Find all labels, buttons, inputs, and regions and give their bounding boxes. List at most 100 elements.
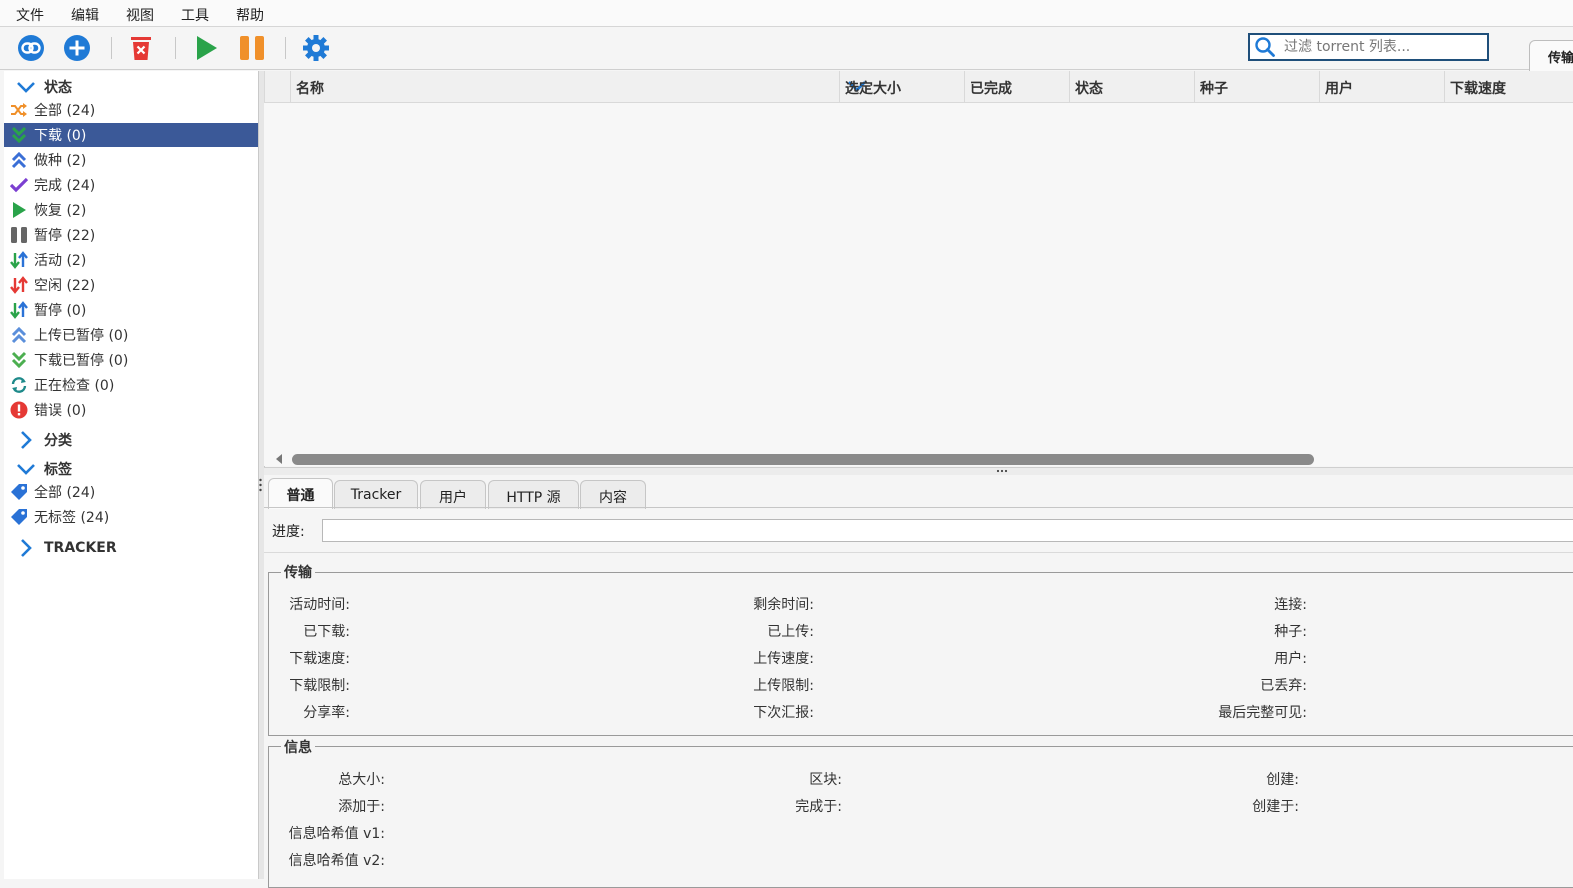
sidebar-item-error[interactable]: 错误 (0) [4, 398, 258, 422]
tab-content-label: 内容 [599, 490, 627, 506]
download-icon [11, 126, 27, 144]
sidebar-item-download-paused[interactable]: 下载已暂停 (0) [4, 348, 258, 372]
field-reannounce: 下次汇报: [753, 705, 814, 721]
field-created-by: 创建: [1266, 772, 1299, 788]
sidebar-item-paused[interactable]: 暂停 (22) [4, 223, 258, 247]
menu-edit[interactable]: 编辑 [71, 5, 99, 25]
add-link-button[interactable] [16, 33, 46, 63]
sidebar-header-label: TRACKER [44, 540, 117, 556]
sidebar-item-active[interactable]: 活动 (2) [4, 248, 258, 272]
column-name-label: 名称 [296, 81, 324, 97]
column-download-speed-label: 下载速度 [1450, 81, 1506, 97]
scroll-left-icon[interactable] [274, 453, 284, 465]
tab-http-sources[interactable]: HTTP 源 [488, 480, 579, 509]
play-icon [197, 36, 217, 60]
splitter-grip-icon [996, 469, 1008, 473]
sidebar-item-label: 上传已暂停 (0) [34, 328, 129, 344]
pause-icon [11, 227, 27, 243]
sidebar-item-label: 下载已暂停 (0) [34, 353, 129, 369]
column-peers[interactable]: 用户 [1319, 71, 1445, 102]
tab-general[interactable]: 普通 [268, 478, 333, 509]
information-group-title: 信息 [281, 737, 315, 757]
search-icon [1255, 37, 1275, 57]
progress-bar [322, 519, 1573, 542]
toolbar: 传输 [0, 27, 1573, 71]
gear-icon [303, 35, 329, 61]
sidebar-item-label: 全部 (24) [34, 103, 96, 119]
sidebar: 状态 全部 (24) 下载 (0) 做种 (2) 完成 (24) 恢复 (2) … [4, 71, 259, 879]
column-seeds[interactable]: 种子 [1194, 71, 1320, 102]
options-button[interactable] [301, 33, 331, 63]
toolbar-separator [111, 37, 112, 59]
tab-trackers-label: Tracker [350, 487, 402, 503]
chevron-down-icon [17, 464, 35, 475]
column-progress[interactable]: 已完成 [964, 71, 1070, 102]
tab-content[interactable]: 内容 [580, 480, 646, 509]
tab-peers[interactable]: 用户 [420, 480, 486, 509]
chevron-down-icon [17, 82, 35, 93]
column-peers-label: 用户 [1325, 81, 1353, 97]
sidebar-header-tags[interactable]: 标签 [4, 457, 258, 481]
sidebar-header-label: 状态 [44, 80, 72, 96]
sidebar-item-tag-all[interactable]: 全部 (24) [4, 480, 258, 504]
play-icon [13, 202, 26, 218]
sidebar-item-label: 恢复 (2) [34, 203, 87, 219]
column-name[interactable]: 名称 [290, 71, 866, 102]
menu-file[interactable]: 文件 [16, 5, 44, 25]
sidebar-item-completed[interactable]: 完成 (24) [4, 173, 258, 197]
field-upload-limit: 上传限制: [753, 678, 814, 694]
sidebar-item-label: 下载 (0) [34, 128, 87, 144]
active-icon [10, 251, 28, 269]
stalled-icon [10, 301, 28, 319]
pause-icon [240, 36, 264, 60]
trash-icon [131, 37, 151, 60]
menu-view[interactable]: 视图 [126, 5, 154, 25]
torrent-list[interactable] [264, 71, 1573, 466]
plus-icon [64, 35, 90, 61]
field-eta: 剩余时间: [753, 597, 814, 613]
field-download-limit: 下载限制: [289, 678, 350, 694]
tab-trackers[interactable]: Tracker [334, 480, 418, 509]
sidebar-item-label: 无标签 (24) [34, 510, 110, 526]
delete-button[interactable] [126, 33, 156, 63]
sidebar-header-label: 标签 [44, 462, 72, 478]
menu-help[interactable]: 帮助 [236, 5, 264, 25]
sidebar-item-untagged[interactable]: 无标签 (24) [4, 505, 258, 529]
inactive-icon [10, 276, 28, 294]
sidebar-item-inactive[interactable]: 空闲 (22) [4, 273, 258, 297]
menu-tools[interactable]: 工具 [181, 5, 209, 25]
sidebar-item-all[interactable]: 全部 (24) [4, 98, 258, 122]
sidebar-item-label: 活动 (2) [34, 253, 87, 269]
sidebar-item-checking[interactable]: 正在检查 (0) [4, 373, 258, 397]
field-added-on: 添加于: [338, 799, 385, 815]
tab-transfers[interactable]: 传输 [1529, 40, 1573, 71]
divider [264, 552, 1573, 553]
sidebar-item-label: 暂停 (0) [34, 303, 87, 319]
column-download-speed[interactable]: 下载速度 [1444, 71, 1573, 102]
sidebar-item-stalled[interactable]: 暂停 (0) [4, 298, 258, 322]
column-status-label: 状态 [1075, 81, 1103, 97]
search-input[interactable] [1282, 37, 1484, 57]
search-box[interactable] [1248, 33, 1489, 61]
field-download-speed: 下载速度: [289, 651, 350, 667]
tab-general-label: 普通 [286, 488, 315, 504]
sidebar-item-downloading[interactable]: 下载 (0) [4, 123, 258, 147]
column-size[interactable]: 选定大小 [839, 71, 965, 102]
add-torrent-button[interactable] [62, 33, 92, 63]
pause-button[interactable] [237, 33, 267, 63]
horizontal-scrollbar[interactable] [292, 454, 1314, 465]
sidebar-item-upload-paused[interactable]: 上传已暂停 (0) [4, 323, 258, 347]
column-status[interactable]: 状态 [1069, 71, 1195, 102]
field-uploaded: 已上传: [767, 624, 814, 640]
resume-button[interactable] [191, 33, 221, 63]
sidebar-header-status[interactable]: 状态 [4, 75, 258, 99]
sidebar-header-categories[interactable]: 分类 [4, 428, 258, 452]
sidebar-item-resumed[interactable]: 恢复 (2) [4, 198, 258, 222]
sidebar-header-trackers[interactable]: TRACKER [4, 536, 258, 560]
tag-icon [11, 484, 27, 500]
field-last-seen-complete: 最后完整可见: [1218, 705, 1307, 721]
tag-icon [11, 509, 27, 525]
column-checkbox[interactable] [264, 71, 291, 102]
sidebar-item-seeding[interactable]: 做种 (2) [4, 148, 258, 172]
field-share-ratio: 分享率: [303, 705, 350, 721]
